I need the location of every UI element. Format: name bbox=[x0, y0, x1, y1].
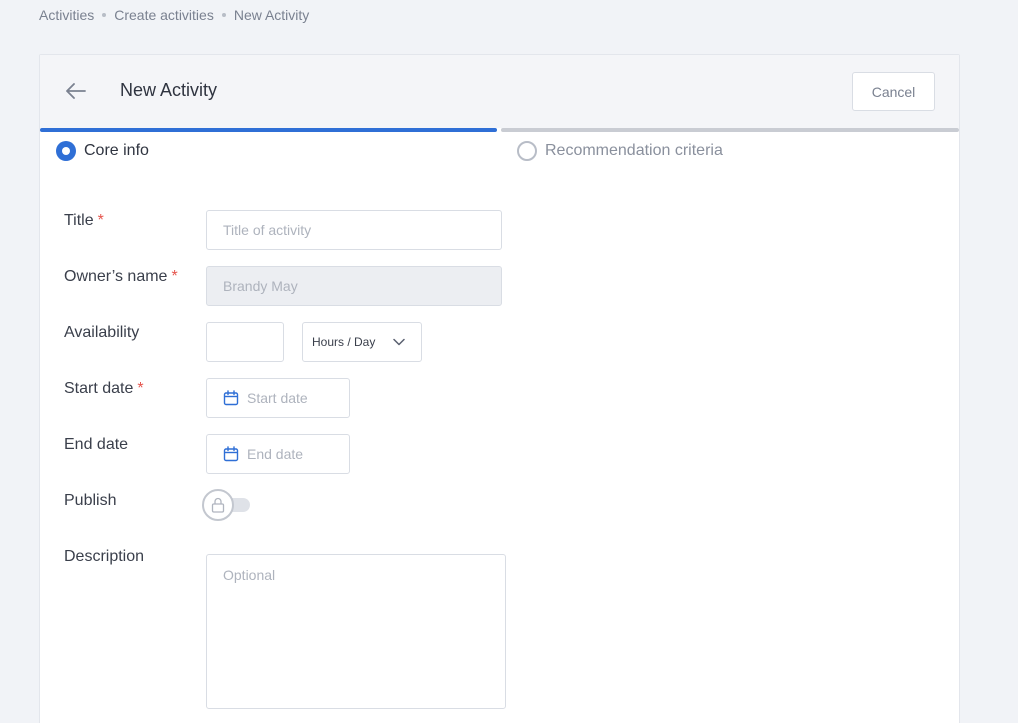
breadcrumb-separator bbox=[102, 13, 107, 17]
activity-form-card: New Activity Cancel Core info Recommenda… bbox=[39, 54, 960, 723]
availability-input[interactable] bbox=[206, 322, 284, 362]
form-row-owner: Owner’s name * bbox=[64, 268, 178, 286]
start-date-placeholder: Start date bbox=[247, 390, 308, 406]
availability-unit-value: Hours / Day bbox=[312, 335, 376, 349]
publish-toggle[interactable] bbox=[202, 489, 252, 521]
breadcrumb-separator bbox=[221, 13, 226, 17]
publish-label: Publish bbox=[64, 492, 117, 509]
form-row-title: Title * bbox=[64, 212, 104, 230]
form-row-start-date: Start date * bbox=[64, 380, 144, 398]
title-input[interactable] bbox=[206, 210, 502, 250]
end-date-picker[interactable]: End date bbox=[206, 434, 350, 474]
cancel-button[interactable]: Cancel bbox=[852, 72, 935, 111]
availability-unit-select[interactable]: Hours / Day bbox=[302, 322, 422, 362]
progress-segment-core-info bbox=[40, 128, 497, 132]
description-label: Description bbox=[64, 548, 145, 565]
form-row-availability: Availability bbox=[64, 324, 139, 342]
chevron-down-icon bbox=[393, 338, 405, 346]
required-marker: * bbox=[97, 212, 104, 229]
form-row-end-date: End date bbox=[64, 436, 128, 454]
breadcrumb: Activities Create activities New Activit… bbox=[39, 7, 309, 23]
end-date-placeholder: End date bbox=[247, 446, 304, 462]
availability-label: Availability bbox=[64, 324, 140, 341]
arrow-left-icon bbox=[66, 83, 86, 99]
breadcrumb-item-activities[interactable]: Activities bbox=[39, 7, 94, 23]
owner-name-field: Brandy May bbox=[206, 266, 502, 306]
step-label: Core info bbox=[84, 142, 149, 159]
card-header: New Activity Cancel bbox=[40, 55, 959, 128]
breadcrumb-item-create-activities[interactable]: Create activities bbox=[114, 7, 214, 23]
required-marker: * bbox=[137, 380, 144, 397]
lock-icon bbox=[211, 497, 225, 513]
step-tabs: Core info Recommendation criteria bbox=[40, 141, 959, 163]
step-progress-bar bbox=[40, 128, 959, 132]
back-button[interactable] bbox=[64, 79, 88, 103]
page-title: New Activity bbox=[120, 80, 218, 100]
start-date-picker[interactable]: Start date bbox=[206, 378, 350, 418]
calendar-icon bbox=[223, 390, 239, 406]
form-row-description: Description bbox=[64, 548, 144, 566]
end-date-label: End date bbox=[64, 436, 129, 453]
description-textarea[interactable] bbox=[206, 554, 506, 709]
start-date-label: Start date * bbox=[64, 380, 144, 397]
radio-unselected-icon bbox=[517, 141, 537, 161]
required-marker: * bbox=[171, 268, 178, 285]
calendar-icon bbox=[223, 446, 239, 462]
owner-label: Owner’s name * bbox=[64, 268, 178, 285]
form-row-publish: Publish bbox=[64, 492, 116, 510]
radio-selected-icon bbox=[56, 141, 76, 161]
title-label: Title * bbox=[64, 212, 104, 229]
step-label: Recommendation criteria bbox=[545, 142, 723, 159]
breadcrumb-item-current: New Activity bbox=[233, 7, 310, 23]
progress-segment-recommendation bbox=[501, 128, 959, 132]
step-recommendation-criteria[interactable]: Recommendation criteria bbox=[517, 141, 723, 161]
step-core-info[interactable]: Core info bbox=[56, 141, 149, 161]
toggle-knob bbox=[202, 489, 234, 521]
